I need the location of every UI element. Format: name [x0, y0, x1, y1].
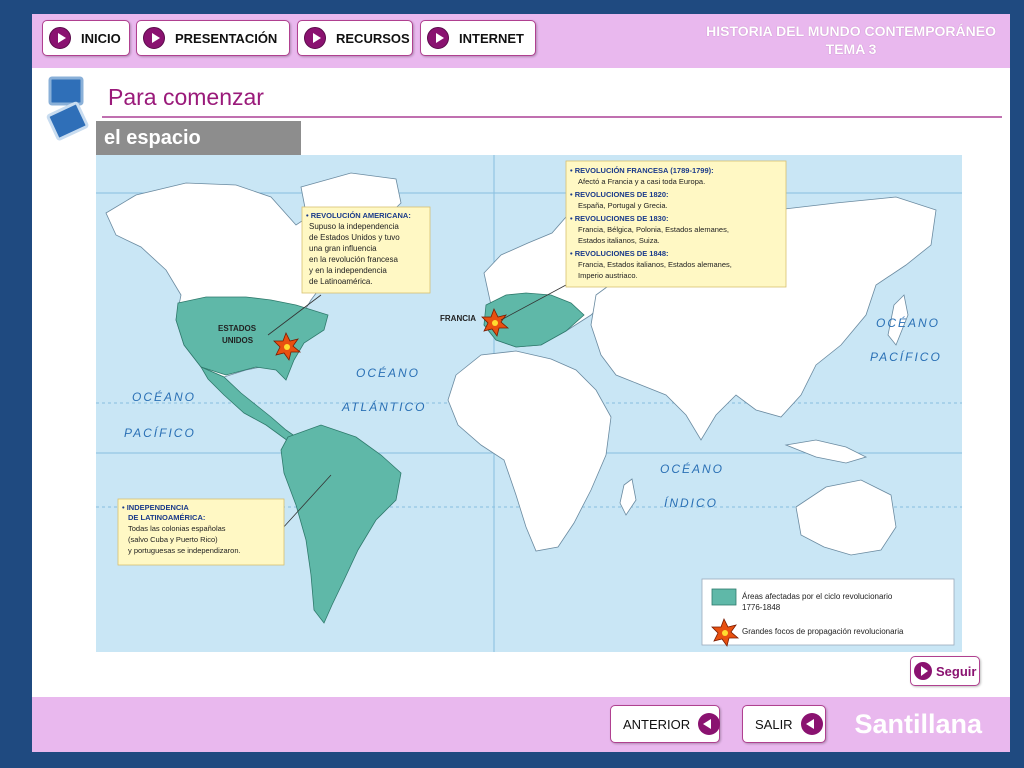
main-frame: INICIO PRESENTACIÓN RECURSOS INTERNET HI…	[32, 14, 1010, 752]
american-revolution-title: • REVOLUCIÓN AMERICANA:	[306, 211, 411, 220]
map-legend: Áreas afectadas por el ciclo revoluciona…	[701, 578, 955, 647]
latin-america-line: y portuguesas se independizaron.	[128, 546, 241, 555]
play-icon	[143, 27, 165, 49]
brand-logo: Santillana	[854, 709, 982, 739]
atlantic-label-1: OCÉANO	[356, 365, 420, 380]
anterior-label: ANTERIOR	[623, 716, 691, 732]
indian-label-1: OCÉANO	[660, 461, 724, 476]
play-icon	[914, 662, 932, 680]
france-label: FRANCIA	[440, 314, 476, 323]
latin-america-title: • INDEPENDENCIA	[122, 503, 189, 512]
salir-label: SALIR	[755, 716, 793, 732]
course-name: HISTORIA DEL MUNDO CONTEMPORÁNEO	[706, 23, 996, 39]
presentacion-label: PRESENTACIÓN	[175, 30, 278, 46]
east-pacific-label-2: PACÍFICO	[870, 349, 942, 364]
recursos-button[interactable]: RECURSOS	[297, 20, 413, 56]
revolutions-1848-text: Imperio austriaco.	[578, 271, 638, 280]
salir-button[interactable]: SALIR	[742, 705, 826, 743]
revolutions-1830-text: Estados italianos, Suiza.	[578, 236, 660, 245]
course-topic: TEMA 3	[825, 41, 877, 57]
atlantic-label-2: ATLÁNTICO	[341, 399, 426, 414]
revolutions-1820-title: • REVOLUCIONES DE 1820:	[570, 190, 669, 199]
legend-affected-years: 1776-1848	[742, 603, 781, 612]
revolutions-1848-text: Francia, Estados italianos, Estados alem…	[578, 260, 732, 269]
american-revolution-line: y en la independencia	[309, 266, 387, 275]
american-revolution-line: una gran influencia	[309, 244, 377, 253]
legend-affected-label: Áreas afectadas por el ciclo revoluciona…	[742, 592, 893, 601]
legend-swatch-affected	[711, 588, 737, 606]
american-revolution-line: de Estados Unidos y tuvo	[309, 233, 400, 242]
american-revolution-line: de Latinoamérica.	[309, 277, 373, 286]
presentacion-button[interactable]: PRESENTACIÓN	[136, 20, 290, 56]
west-pacific-label-1: OCÉANO	[132, 389, 196, 404]
revolutions-1830-title: • REVOLUCIONES DE 1830:	[570, 214, 669, 223]
page-title: Para comenzar	[108, 84, 264, 110]
european-revolutions-note: • REVOLUCIÓN FRANCESA (1789-1799): Afect…	[565, 160, 787, 288]
french-revolution-text: Afectó a Francia y a casi toda Europa.	[578, 177, 705, 186]
west-pacific-label-2: PACÍFICO	[124, 425, 196, 440]
american-revolution-note: • REVOLUCIÓN AMERICANA: Supuso la indepe…	[301, 206, 431, 294]
revolutions-1820-text: España, Portugal y Grecia.	[578, 201, 668, 210]
usa-label-2: UNIDOS	[222, 336, 254, 345]
slides-icon	[46, 76, 89, 141]
play-icon	[49, 27, 71, 49]
latin-america-line: (salvo Cuba y Puerto Rico)	[128, 535, 218, 544]
seguir-button[interactable]: Seguir	[910, 656, 980, 686]
inicio-label: INICIO	[81, 30, 121, 46]
play-icon	[304, 27, 326, 49]
east-pacific-label-1: OCÉANO	[876, 315, 940, 330]
world-map: OCÉANO ATLÁNTICO OCÉANO PACÍFICO OCÉANO …	[96, 155, 962, 652]
internet-button[interactable]: INTERNET	[420, 20, 536, 56]
inicio-button[interactable]: INICIO	[42, 20, 130, 56]
back-arrow-icon	[698, 713, 721, 735]
title-divider	[102, 116, 1002, 118]
back-arrow-icon	[800, 713, 823, 735]
seguir-label: Seguir	[936, 663, 977, 679]
latin-america-title: DE LATINOAMÉRICA:	[128, 513, 205, 522]
american-revolution-line: en la revolución francesa	[309, 255, 398, 264]
legend-focus-label: Grandes focos de propagación revoluciona…	[742, 627, 904, 636]
latin-america-line: Todas las colonias españolas	[128, 524, 226, 533]
course-title: HISTORIA DEL MUNDO CONTEMPORÁNEO TEMA 3	[706, 22, 996, 58]
internet-label: INTERNET	[459, 30, 524, 46]
revolutions-1830-text: Francia, Bélgica, Polonia, Estados alema…	[578, 225, 729, 234]
play-icon	[427, 27, 449, 49]
anterior-button[interactable]: ANTERIOR	[610, 705, 721, 743]
usa-label-1: ESTADOS	[218, 324, 257, 333]
recursos-label: RECURSOS	[336, 30, 410, 46]
top-bar: INICIO PRESENTACIÓN RECURSOS INTERNET HI…	[32, 14, 1010, 68]
indian-label-2: ÍNDICO	[664, 495, 718, 510]
french-revolution-title: • REVOLUCIÓN FRANCESA (1789-1799):	[570, 166, 714, 175]
latin-america-independence-note: • INDEPENDENCIA DE LATINOAMÉRICA: Todas …	[117, 498, 285, 566]
american-revolution-line: Supuso la independencia	[309, 222, 399, 231]
section-label: el espacio	[96, 121, 301, 156]
bottom-bar: ANTERIOR SALIR Santillana	[32, 697, 1010, 752]
revolutions-1848-title: • REVOLUCIONES DE 1848:	[570, 249, 669, 258]
